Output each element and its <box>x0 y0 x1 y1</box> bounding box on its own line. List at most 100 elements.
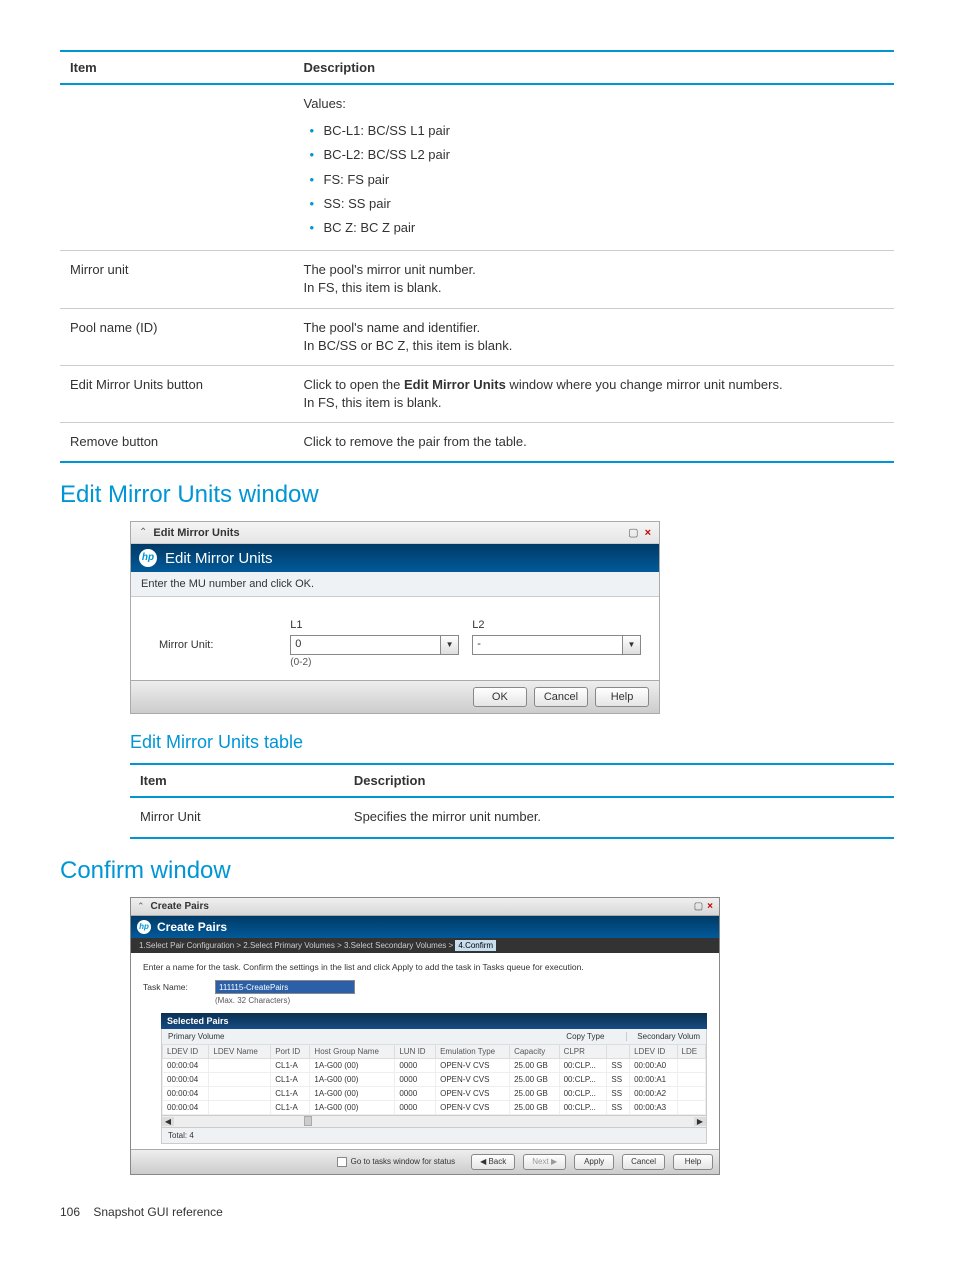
cell-item: Edit Mirror Units button <box>60 365 294 422</box>
list-item: BC-L1: BC/SS L1 pair <box>304 119 884 143</box>
apply-button[interactable]: Apply <box>574 1154 614 1170</box>
hp-logo-icon: hp <box>137 920 151 934</box>
table-row[interactable]: 00:00:04CL1-A1A-G00 (00)0000OPEN-V CVS25… <box>163 1086 706 1100</box>
total-row: Total: 4 <box>161 1128 707 1144</box>
mirror-unit-label: Mirror Unit: <box>149 619 290 651</box>
hp-logo-icon: hp <box>139 549 157 567</box>
l2-value: - <box>472 635 623 655</box>
list-item: BC Z: BC Z pair <box>304 216 884 240</box>
page-footer: 106 Snapshot GUI reference <box>60 1205 894 1219</box>
table-row[interactable]: 00:00:04CL1-A1A-G00 (00)0000OPEN-V CVS25… <box>163 1072 706 1086</box>
task-name-hint: (Max. 32 Characters) <box>215 996 355 1005</box>
l1-value: 0 <box>290 635 441 655</box>
task-name-label: Task Name: <box>143 980 205 992</box>
cell-desc: Values: BC-L1: BC/SS L1 pair BC-L2: BC/S… <box>294 84 894 251</box>
window-titlebar: ⌃ Edit Mirror Units ▢ × <box>131 522 659 544</box>
next-button: Next ▶ <box>523 1154 566 1170</box>
close-icon[interactable]: × <box>645 527 651 539</box>
cancel-button[interactable]: Cancel <box>622 1154 665 1170</box>
scroll-left-icon[interactable]: ◀ <box>162 1117 174 1126</box>
cell-desc: The pool's mirror unit number. In FS, th… <box>294 251 894 308</box>
chevron-down-icon[interactable]: ▼ <box>623 635 641 655</box>
cell-desc: Specifies the mirror unit number. <box>344 797 894 837</box>
maximize-icon[interactable]: ▢ <box>628 526 638 539</box>
col-copy-type <box>607 1044 630 1058</box>
col-lun-id: LUN ID <box>395 1044 436 1058</box>
copy-type-group: Copy Type <box>566 1032 626 1041</box>
cell-desc: Click to remove the pair from the table. <box>294 423 894 463</box>
list-item: BC-L2: BC/SS L2 pair <box>304 143 884 167</box>
heading-edit-mirror-units-table: Edit Mirror Units table <box>130 732 894 753</box>
primary-volume-group: Primary Volume <box>168 1032 566 1041</box>
l1-header: L1 <box>290 619 459 631</box>
chevron-down-icon[interactable]: ▼ <box>441 635 459 655</box>
collapse-icon[interactable]: ⌃ <box>139 527 147 538</box>
col-ldev-id: LDEV ID <box>163 1044 209 1058</box>
close-icon[interactable]: × <box>707 901 713 912</box>
values-list: BC-L1: BC/SS L1 pair BC-L2: BC/SS L2 pai… <box>304 119 884 240</box>
l2-header: L2 <box>472 619 641 631</box>
list-item: FS: FS pair <box>304 168 884 192</box>
banner-title: Create Pairs <box>157 920 227 934</box>
items-table-2: Item Description Mirror Unit Specifies t… <box>130 763 894 838</box>
table-row[interactable]: 00:00:04CL1-A1A-G00 (00)0000OPEN-V CVS25… <box>163 1100 706 1114</box>
page-number: 106 <box>60 1205 80 1219</box>
col-sec-lde: LDE <box>677 1044 705 1058</box>
create-pairs-confirm-window: ⌃ Create Pairs ▢ × hp Create Pairs 1.Sel… <box>130 897 720 1175</box>
help-button[interactable]: Help <box>595 687 649 707</box>
th-desc: Description <box>294 51 894 84</box>
cell-item: Pool name (ID) <box>60 308 294 365</box>
col-capacity: Capacity <box>510 1044 560 1058</box>
list-item: SS: SS pair <box>304 192 884 216</box>
maximize-icon[interactable]: ▢ <box>694 901 703 912</box>
cell-item: Remove button <box>60 423 294 463</box>
heading-edit-mirror-units-window: Edit Mirror Units window <box>60 481 894 509</box>
horizontal-scrollbar[interactable]: ◀ ▶ <box>161 1116 707 1128</box>
window-banner: hp Edit Mirror Units <box>131 544 659 572</box>
window-title: Edit Mirror Units <box>153 527 239 539</box>
back-button[interactable]: ◀ Back <box>471 1154 515 1170</box>
window-banner: hp Create Pairs <box>131 916 719 938</box>
cell-item: Mirror Unit <box>130 797 344 837</box>
banner-title: Edit Mirror Units <box>165 550 273 567</box>
cell-desc: The pool's name and identifier. In BC/SS… <box>294 308 894 365</box>
edit-mirror-units-window: ⌃ Edit Mirror Units ▢ × hp Edit Mirror U… <box>130 521 660 714</box>
checkbox-icon[interactable] <box>337 1157 347 1167</box>
col-host-group: Host Group Name <box>310 1044 395 1058</box>
values-label: Values: <box>304 96 346 111</box>
col-port-id: Port ID <box>271 1044 310 1058</box>
col-emulation: Emulation Type <box>436 1044 510 1058</box>
help-button[interactable]: Help <box>673 1154 713 1170</box>
cell-item <box>60 84 294 251</box>
instruction-text: Enter the MU number and click OK. <box>131 572 659 597</box>
col-sec-ldev: LDEV ID <box>630 1044 677 1058</box>
scroll-right-icon[interactable]: ▶ <box>694 1117 706 1126</box>
col-clpr: CLPR <box>559 1044 607 1058</box>
go-to-tasks-checkbox[interactable]: Go to tasks window for status <box>337 1157 456 1167</box>
collapse-icon[interactable]: ⌃ <box>137 901 145 912</box>
cancel-button[interactable]: Cancel <box>534 687 588 707</box>
secondary-volume-group: Secondary Volum <box>626 1032 700 1041</box>
breadcrumb-active: 4.Confirm <box>455 940 496 951</box>
table-row[interactable]: 00:00:04CL1-A1A-G00 (00)0000OPEN-V CVS25… <box>163 1058 706 1072</box>
l2-select[interactable]: - ▼ <box>472 635 641 655</box>
th-desc: Description <box>344 764 894 797</box>
items-table-1: Item Description Values: BC-L1: BC/SS L1… <box>60 50 894 463</box>
heading-confirm-window: Confirm window <box>60 857 894 885</box>
task-name-input[interactable]: 111115-CreatePairs <box>215 980 355 994</box>
instruction-text: Enter a name for the task. Confirm the s… <box>143 962 707 972</box>
cell-item: Mirror unit <box>60 251 294 308</box>
ok-button[interactable]: OK <box>473 687 527 707</box>
l1-range: (0-2) <box>290 657 459 668</box>
footer-title: Snapshot GUI reference <box>93 1205 222 1219</box>
l1-select[interactable]: 0 ▼ <box>290 635 459 655</box>
cell-desc: Click to open the Edit Mirror Units wind… <box>294 365 894 422</box>
th-item: Item <box>130 764 344 797</box>
th-item: Item <box>60 51 294 84</box>
group-header: Primary Volume Copy Type Secondary Volum <box>161 1029 707 1044</box>
breadcrumb: 1.Select Pair Configuration > 2.Select P… <box>131 938 719 953</box>
selected-pairs-table: LDEV ID LDEV Name Port ID Host Group Nam… <box>162 1044 706 1115</box>
scroll-thumb[interactable] <box>304 1116 312 1126</box>
col-ldev-name: LDEV Name <box>209 1044 271 1058</box>
selected-pairs-header: Selected Pairs <box>161 1013 707 1029</box>
